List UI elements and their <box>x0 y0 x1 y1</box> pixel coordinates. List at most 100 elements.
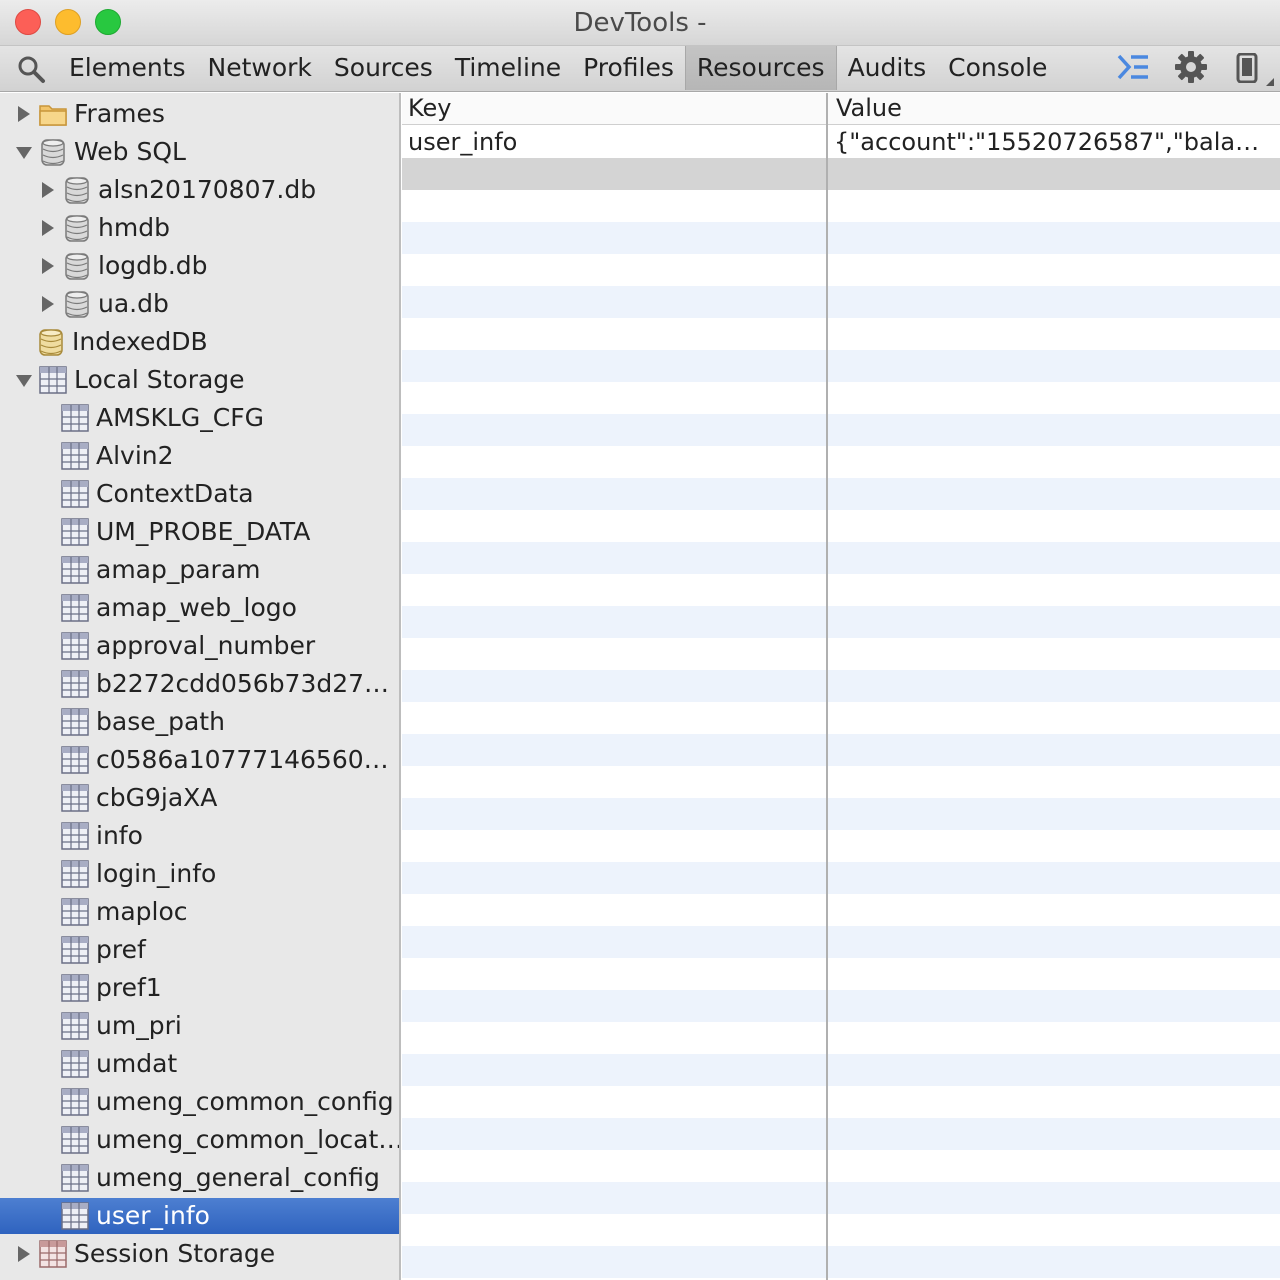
disclosure-right-icon[interactable] <box>42 182 54 198</box>
tree-item-label: login_info <box>96 859 217 888</box>
grid-stripe-row <box>402 606 1280 638</box>
indexeddb-icon <box>36 327 66 357</box>
storage-table-icon <box>60 935 90 965</box>
tree-item-local-storage-entry[interactable]: info <box>0 818 399 854</box>
table-row[interactable]: user_info {"account":"15520726587","bala… <box>402 126 1280 158</box>
tree-item-local-storage-entry[interactable]: amap_param <box>0 552 399 588</box>
tab-elements[interactable]: Elements <box>58 46 197 90</box>
tree-item-label: AMSKLG_CFG <box>96 403 264 432</box>
tree-item-web-sql[interactable]: Web SQL <box>0 134 399 170</box>
tree-item-label: Session Storage <box>74 1239 276 1268</box>
tree-item-local-storage-entry[interactable]: cbG9jaXA <box>0 780 399 816</box>
value-column-header[interactable]: Value <box>836 93 902 123</box>
storage-table-icon <box>60 1011 90 1041</box>
tree-item-local-storage-entry[interactable]: maploc <box>0 894 399 930</box>
tab-network[interactable]: Network <box>197 46 323 90</box>
tree-item-websql-db[interactable]: hmdb <box>0 210 399 246</box>
tree-item-label: IndexedDB <box>72 327 208 356</box>
database-icon <box>62 251 92 281</box>
grid-stripe-row <box>402 478 1280 510</box>
tree-item-label: alsn20170807.db <box>98 175 317 204</box>
disclosure-right-icon[interactable] <box>42 296 54 312</box>
panel-tabs: Elements Network Sources Timeline Profiles Re… <box>58 46 1058 92</box>
tree-item-label: pref1 <box>96 973 162 1002</box>
storage-data-grid: Key Value user_info {"account":"155207265… <box>402 93 1280 1280</box>
tab-console[interactable]: Console <box>937 46 1058 90</box>
resize-corner-icon <box>1266 78 1274 86</box>
tree-item-local-storage-entry[interactable]: um_pri <box>0 1008 399 1044</box>
tree-item-websql-db[interactable]: ua.db <box>0 286 399 322</box>
tree-item-label: b2272cdd056b73d27… <box>96 669 390 698</box>
tree-item-label: amap_param <box>96 555 261 584</box>
disclosure-down-icon[interactable] <box>16 375 32 387</box>
tab-resources[interactable]: Resources <box>684 46 837 90</box>
tree-item-local-storage-entry[interactable]: login_info <box>0 856 399 892</box>
tree-item-local-storage-entry[interactable]: amap_web_logo <box>0 590 399 626</box>
tree-item-local-storage-entry[interactable]: c0586a10777146560… <box>0 742 399 778</box>
tree-item-websql-db[interactable]: alsn20170807.db <box>0 172 399 208</box>
tree-item-local-storage-entry[interactable]: UM_PROBE_DATA <box>0 514 399 550</box>
column-divider[interactable] <box>826 93 828 1280</box>
tree-item-local-storage-entry[interactable]: base_path <box>0 704 399 740</box>
console-drawer-icon[interactable] <box>1116 52 1150 82</box>
storage-table-icon <box>60 1201 90 1231</box>
tree-item-local-storage-entry[interactable]: approval_number <box>0 628 399 664</box>
storage-table-icon <box>60 631 90 661</box>
tree-item-label: logdb.db <box>98 251 208 280</box>
value-cell[interactable]: {"account":"15520726587","bala… <box>834 126 1274 158</box>
tab-audits[interactable]: Audits <box>837 46 938 90</box>
tree-item-local-storage-entry[interactable]: pref <box>0 932 399 968</box>
grid-stripe-row <box>402 542 1280 574</box>
tree-item-indexeddb[interactable]: IndexedDB <box>0 324 399 360</box>
disclosure-right-icon[interactable] <box>42 258 54 274</box>
search-icon[interactable] <box>16 54 46 84</box>
key-column-header[interactable]: Key <box>408 93 452 123</box>
title-bar: DevTools - <box>0 0 1280 46</box>
tree-item-websql-db[interactable]: logdb.db <box>0 248 399 284</box>
database-icon <box>62 289 92 319</box>
tree-item-local-storage-entry[interactable]: ContextData <box>0 476 399 512</box>
tree-item-local-storage-entry[interactable]: Alvin2 <box>0 438 399 474</box>
folder-icon <box>38 99 68 129</box>
disclosure-down-icon[interactable] <box>16 147 32 159</box>
disclosure-right-icon[interactable] <box>18 106 30 122</box>
tree-item-label: ua.db <box>98 289 169 318</box>
key-cell[interactable]: user_info <box>408 126 517 158</box>
disclosure-right-icon[interactable] <box>18 1246 30 1262</box>
grid-stripe-row <box>402 926 1280 958</box>
tree-item-local-storage-entry[interactable]: umeng_common_config <box>0 1084 399 1120</box>
tree-item-frames[interactable]: Frames <box>0 96 399 132</box>
storage-table-icon <box>60 859 90 889</box>
tree-item-label: Alvin2 <box>96 441 174 470</box>
tree-item-local-storage-entry[interactable]: AMSKLG_CFG <box>0 400 399 436</box>
tree-item-label: um_pri <box>96 1011 182 1040</box>
tree-item-label: Local Storage <box>74 365 245 394</box>
tree-item-session-storage[interactable]: Session Storage <box>0 1236 399 1272</box>
tree-item-local-storage-entry[interactable]: pref1 <box>0 970 399 1006</box>
grid-stripe-row <box>402 414 1280 446</box>
database-icon <box>62 175 92 205</box>
tree-item-local-storage[interactable]: Local Storage <box>0 362 399 398</box>
empty-editable-row[interactable] <box>402 158 1280 190</box>
tree-item-label: umdat <box>96 1049 178 1078</box>
storage-table-icon <box>60 1049 90 1079</box>
grid-header: Key Value <box>402 93 1280 125</box>
tree-item-local-storage-entry[interactable]: umdat <box>0 1046 399 1082</box>
tree-item-local-storage-entry[interactable]: umeng_general_config <box>0 1160 399 1196</box>
tree-item-local-storage-entry[interactable]: b2272cdd056b73d27… <box>0 666 399 702</box>
tab-timeline[interactable]: Timeline <box>444 46 572 90</box>
grid-stripe-row <box>402 1182 1280 1214</box>
database-icon <box>62 213 92 243</box>
tree-item-local-storage-entry[interactable]: umeng_common_locat… <box>0 1122 399 1158</box>
tree-item-label: umeng_common_locat… <box>96 1125 401 1154</box>
grid-stripe-row <box>402 670 1280 702</box>
tree-item-local-storage-entry[interactable]: user_info <box>0 1198 399 1234</box>
storage-table-icon <box>60 479 90 509</box>
tree-item-label: maploc <box>96 897 188 926</box>
device-mode-icon[interactable] <box>1236 53 1258 83</box>
storage-table-icon <box>60 745 90 775</box>
tab-sources[interactable]: Sources <box>323 46 444 90</box>
tab-profiles[interactable]: Profiles <box>572 46 685 90</box>
gear-icon[interactable] <box>1174 50 1208 84</box>
disclosure-right-icon[interactable] <box>42 220 54 236</box>
